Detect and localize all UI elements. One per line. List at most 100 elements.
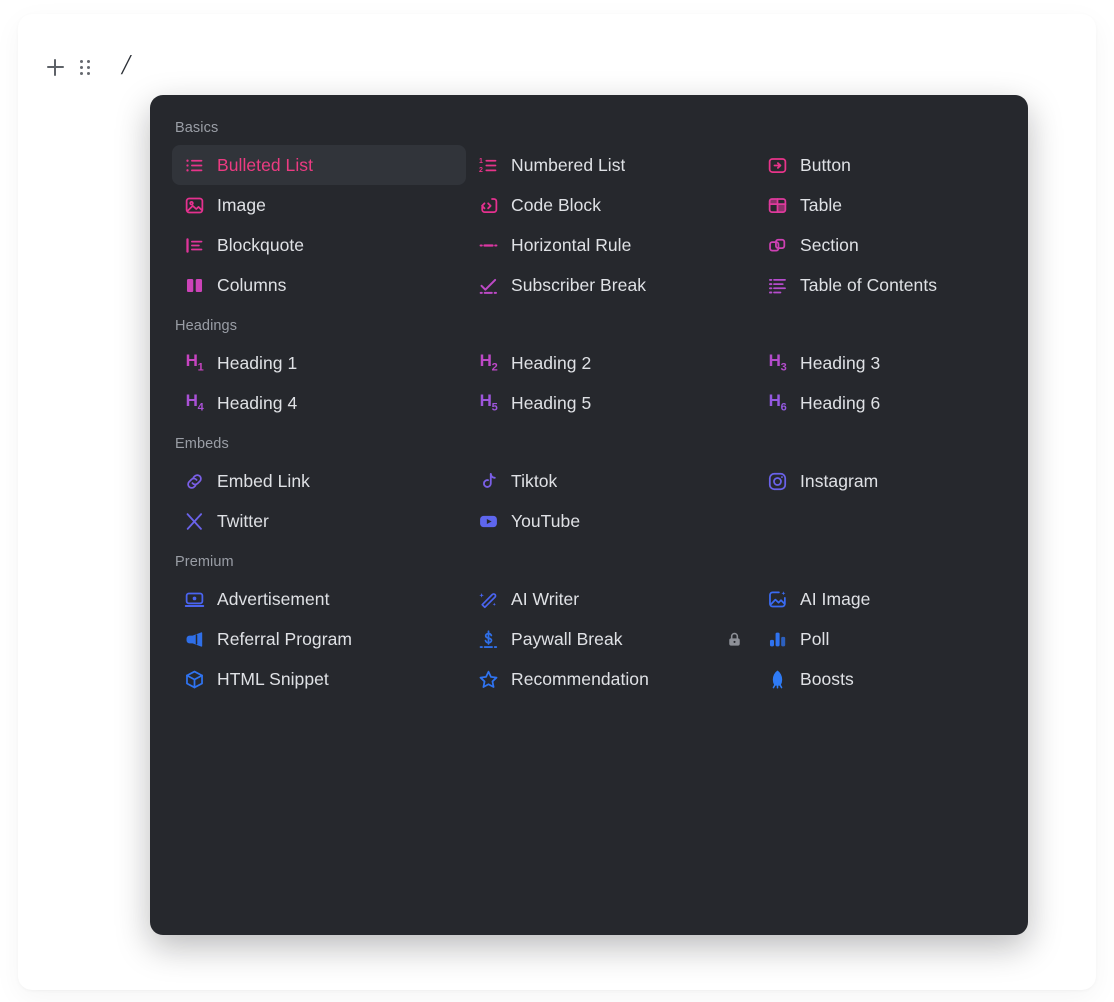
command-label: Paywall Break xyxy=(511,628,623,649)
command-label: Heading 1 xyxy=(217,352,298,373)
command-label: Referral Program xyxy=(217,628,353,649)
command-item-numbered-list[interactable]: 1 2 Numbered List xyxy=(466,145,755,185)
command-item-heading-3[interactable]: H3 Heading 3 xyxy=(755,343,1006,383)
paywall-break-icon xyxy=(478,629,499,650)
command-label: YouTube xyxy=(511,510,581,531)
command-label: HTML Snippet xyxy=(217,668,329,689)
command-label: Heading 5 xyxy=(511,392,592,413)
command-item-bulleted-list[interactable]: Bulleted List xyxy=(172,145,466,185)
editor-block-toolbar: / xyxy=(40,50,130,84)
command-item-tiktok[interactable]: Tiktok xyxy=(466,461,755,501)
command-item-advertisement[interactable]: Advertisement xyxy=(172,579,466,619)
command-item-referral-program[interactable]: Referral Program xyxy=(172,619,466,659)
command-item-columns[interactable]: Columns xyxy=(172,265,466,305)
youtube-icon xyxy=(478,511,499,532)
button-icon xyxy=(767,155,788,176)
add-block-button[interactable] xyxy=(40,52,70,82)
command-label: Heading 4 xyxy=(217,392,298,413)
command-grid: H1 Heading 1 H2 Heading 2 H3 Heading 3 H4 Headi… xyxy=(172,343,1006,423)
command-label: Poll xyxy=(800,628,830,649)
command-label: Code Block xyxy=(511,194,601,215)
table-of-contents-icon xyxy=(767,275,788,296)
referral-program-icon xyxy=(184,629,205,650)
group-label: Premium xyxy=(175,554,234,570)
command-item-heading-5[interactable]: H5 Heading 5 xyxy=(466,383,755,423)
command-grid: Bulleted List 1 2 Numbered List Button Image C… xyxy=(172,145,1006,305)
slash-command-text: / xyxy=(122,50,130,81)
drag-handle-button[interactable] xyxy=(70,52,100,82)
command-label: Section xyxy=(800,234,859,255)
twitter-x-icon xyxy=(184,511,205,532)
command-item-instagram[interactable]: Instagram xyxy=(755,461,1006,501)
lock-icon xyxy=(726,631,743,648)
command-group-embeds: Embeds Embed Link Tiktok Instagram Twitter Yo… xyxy=(172,427,1006,541)
heading-1-icon: H1 xyxy=(185,351,204,374)
command-item-table[interactable]: Table xyxy=(755,185,1006,225)
plus-icon xyxy=(46,58,64,76)
code-block-icon xyxy=(478,195,499,216)
heading-4-icon: H4 xyxy=(185,391,204,414)
command-item-horizontal-rule[interactable]: Horizontal Rule xyxy=(466,225,755,265)
command-grid: Embed Link Tiktok Instagram Twitter YouTube xyxy=(172,461,1006,541)
command-label: Heading 6 xyxy=(800,392,881,413)
heading-2-icon: H2 xyxy=(479,351,498,374)
command-item-twitter[interactable]: Twitter xyxy=(172,501,466,541)
command-item-heading-2[interactable]: H2 Heading 2 xyxy=(466,343,755,383)
advertisement-icon xyxy=(184,589,205,610)
command-label: Table of Contents xyxy=(800,274,938,295)
html-snippet-icon xyxy=(184,669,205,690)
command-label: Instagram xyxy=(800,470,879,491)
ai-writer-icon xyxy=(478,589,499,610)
command-label: Button xyxy=(800,154,851,175)
tiktok-icon xyxy=(478,471,499,492)
command-item-youtube[interactable]: YouTube xyxy=(466,501,755,541)
command-label: AI Writer xyxy=(511,588,580,609)
heading-6-icon: H6 xyxy=(768,391,787,414)
command-label: Numbered List xyxy=(511,154,626,175)
instagram-icon xyxy=(767,471,788,492)
group-label: Basics xyxy=(175,120,219,136)
command-item-html-snippet[interactable]: HTML Snippet xyxy=(172,659,466,699)
command-item-recommendation[interactable]: Recommendation xyxy=(466,659,755,699)
blockquote-icon xyxy=(184,235,205,256)
subscriber-break-icon xyxy=(478,275,499,296)
group-label: Embeds xyxy=(175,436,229,452)
command-item-ai-writer[interactable]: AI Writer xyxy=(466,579,755,619)
command-label: Blockquote xyxy=(217,234,305,255)
command-label: AI Image xyxy=(800,588,871,609)
svg-text:1: 1 xyxy=(479,157,483,164)
slash-command-menu: Basics Bulleted List 1 2 Numbered List Button… xyxy=(150,95,1028,935)
command-item-boosts[interactable]: Boosts xyxy=(755,659,1006,699)
table-icon xyxy=(767,195,788,216)
command-item-embed-link[interactable]: Embed Link xyxy=(172,461,466,501)
command-label: Recommendation xyxy=(511,668,649,689)
poll-icon xyxy=(767,629,788,650)
command-item-button[interactable]: Button xyxy=(755,145,1006,185)
command-group-premium: Premium Advertisement AI Writer AI Image Ref… xyxy=(172,545,1006,699)
bulleted-list-icon xyxy=(184,155,205,176)
command-label: Columns xyxy=(217,274,287,295)
command-item-table-of-contents[interactable]: Table of Contents xyxy=(755,265,1006,305)
horizontal-rule-icon xyxy=(478,235,499,256)
command-label: Tiktok xyxy=(511,470,558,491)
command-label: Subscriber Break xyxy=(511,274,647,295)
command-item-paywall-break[interactable]: Paywall Break xyxy=(466,619,755,659)
command-item-poll[interactable]: Poll xyxy=(755,619,1006,659)
command-item-code-block[interactable]: Code Block xyxy=(466,185,755,225)
command-item-subscriber-break[interactable]: Subscriber Break xyxy=(466,265,755,305)
link-icon xyxy=(184,471,205,492)
command-item-section[interactable]: Section xyxy=(755,225,1006,265)
command-label: Table xyxy=(800,194,843,215)
command-item-ai-image[interactable]: AI Image xyxy=(755,579,1006,619)
command-item-blockquote[interactable]: Blockquote xyxy=(172,225,466,265)
command-label: Boosts xyxy=(800,668,854,689)
numbered-list-icon: 12 xyxy=(478,155,499,176)
slash-command-groups: Basics Bulleted List 1 2 Numbered List Button… xyxy=(172,111,1006,699)
command-item-image[interactable]: Image xyxy=(172,185,466,225)
command-item-heading-1[interactable]: H1 Heading 1 xyxy=(172,343,466,383)
command-item-heading-4[interactable]: H4 Heading 4 xyxy=(172,383,466,423)
command-label: Bulleted List xyxy=(217,154,313,175)
command-item-heading-6[interactable]: H6 Heading 6 xyxy=(755,383,1006,423)
command-group-basics: Basics Bulleted List 1 2 Numbered List Button… xyxy=(172,111,1006,305)
ai-image-icon xyxy=(767,589,788,610)
